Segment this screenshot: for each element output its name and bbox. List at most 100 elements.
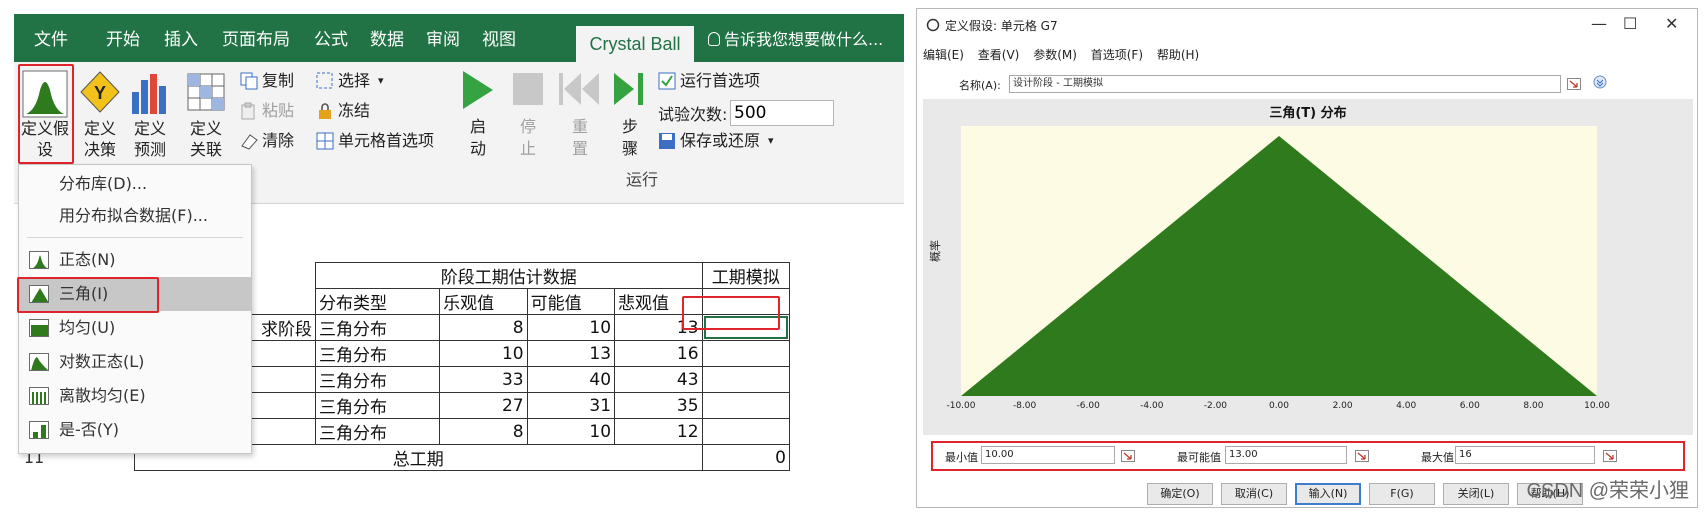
reset-label-1: 重: [571, 117, 588, 136]
triangular-distribution-chart[interactable]: 三角(T) 分布 概率 -10.00 -8.00 -6.00 -4.00 -2.00 0.…: [923, 99, 1693, 435]
tab-insert[interactable]: 插入: [164, 28, 198, 52]
define-correlation-label-2: 关联: [189, 140, 222, 159]
trials-input[interactable]: 500: [730, 100, 834, 126]
reset-icon: [559, 73, 599, 105]
optimistic-cell[interactable]: 8: [439, 418, 528, 445]
sim-cell[interactable]: [701, 340, 791, 367]
menu-item-discrete-uniform[interactable]: 离散均匀(E): [19, 379, 251, 413]
gallery-button[interactable]: F(G): [1369, 483, 1435, 505]
run-prefs-icon: [658, 72, 676, 90]
sim-cell[interactable]: [701, 418, 791, 445]
type-cell[interactable]: 三角分布: [315, 366, 441, 393]
ok-button[interactable]: 确定(O): [1147, 483, 1213, 505]
step-button[interactable]: 步 骤: [610, 66, 650, 166]
expand-chevron-icon[interactable]: [1593, 75, 1607, 89]
menu-divider: [27, 237, 243, 238]
menu-item-label: 是-否(Y): [59, 420, 120, 439]
menu-item-yes-no[interactable]: 是-否(Y): [19, 413, 251, 447]
forecast-icon: [132, 74, 166, 114]
freeze-button[interactable]: 冻结: [316, 100, 406, 122]
optimistic-cell[interactable]: 33: [439, 366, 528, 393]
cell-ref-icon[interactable]: [1567, 78, 1581, 90]
type-cell[interactable]: 三角分布: [315, 418, 441, 445]
likely-input[interactable]: 13.00: [1225, 446, 1347, 464]
menu-item-distribution-gallery[interactable]: 分布库(D)...: [19, 167, 251, 201]
tab-crystal-ball[interactable]: Crystal Ball: [576, 26, 694, 62]
start-label-2: 动: [469, 139, 486, 158]
define-forecast-button[interactable]: 定义 预测: [126, 66, 174, 164]
distribution-chart-panel: 三角(T) 分布 概率 -10.00 -8.00 -6.00 -4.00 -2.00 0.…: [923, 99, 1693, 435]
close-button[interactable]: 关闭(L): [1443, 483, 1509, 505]
max-cell-ref-icon[interactable]: [1603, 450, 1617, 462]
menu-view[interactable]: 查看(V): [978, 48, 1020, 62]
clear-button[interactable]: 清除: [240, 130, 310, 152]
reset-button[interactable]: 重 置: [556, 66, 604, 166]
max-input[interactable]: 16: [1455, 446, 1595, 464]
likely-cell[interactable]: 10: [526, 314, 616, 341]
menu-item-lognormal[interactable]: 对数正态(L): [19, 345, 251, 379]
tell-me-search[interactable]: 告诉我您想要做什么...: [708, 28, 883, 52]
select-button[interactable]: 选择 ▾: [316, 70, 406, 92]
close-icon[interactable]: ✕: [1665, 14, 1678, 33]
tab-formulas[interactable]: 公式: [314, 28, 348, 52]
menu-edit[interactable]: 编辑(E): [923, 48, 964, 62]
likely-cell-ref-icon[interactable]: [1355, 450, 1369, 462]
cancel-button[interactable]: 取消(C): [1221, 483, 1287, 505]
tab-view[interactable]: 视图: [482, 28, 516, 52]
likely-cell[interactable]: 40: [526, 366, 616, 393]
cell-prefs-button[interactable]: 单元格首选项: [316, 130, 456, 152]
pessimistic-cell[interactable]: 43: [614, 366, 703, 393]
define-decision-button[interactable]: Y 定义 决策: [76, 66, 124, 164]
tab-page-layout[interactable]: 页面布局: [222, 28, 290, 52]
step-label-1: 步: [621, 117, 638, 136]
enter-button[interactable]: 输入(N): [1295, 483, 1361, 505]
pessimistic-cell[interactable]: 16: [614, 340, 703, 367]
save-restore-button[interactable]: 保存或还原 ▾: [658, 130, 798, 152]
define-correlation-button[interactable]: 定义 关联: [182, 66, 230, 164]
stop-icon: [513, 73, 543, 105]
menu-preferences[interactable]: 首选项(F): [1091, 48, 1143, 62]
x-tick-label: 10.00: [1584, 401, 1610, 411]
x-tick-label: 8.00: [1523, 401, 1543, 411]
define-forecast-label-1: 定义: [133, 119, 166, 138]
likely-cell[interactable]: 13: [526, 340, 616, 367]
minimize-icon[interactable]: —: [1591, 14, 1607, 33]
min-cell-ref-icon[interactable]: [1121, 450, 1135, 462]
play-icon: [463, 71, 493, 109]
tab-file[interactable]: 文件: [34, 28, 68, 52]
start-button[interactable]: 启 动: [458, 66, 498, 166]
type-cell[interactable]: 三角分布: [315, 392, 441, 419]
type-cell[interactable]: 三角分布: [315, 314, 441, 341]
menu-parameters[interactable]: 参数(M): [1033, 48, 1077, 62]
menu-item-uniform[interactable]: 均匀(U): [19, 311, 251, 345]
menu-item-label: 用分布拟合数据(F)...: [59, 206, 208, 225]
paste-button[interactable]: 粘贴: [240, 100, 310, 122]
name-input[interactable]: 设计阶段 - 工期模拟: [1009, 75, 1561, 93]
min-input[interactable]: 10.00: [981, 446, 1115, 464]
highlight-define-assumption: [18, 64, 74, 164]
sim-cell[interactable]: [701, 366, 791, 393]
menu-item-label: 均匀(U): [59, 318, 116, 337]
dialog-title: 定义假设: 单元格 G7: [945, 19, 1058, 33]
copy-button[interactable]: 复制: [240, 70, 310, 92]
likely-cell[interactable]: 31: [526, 392, 616, 419]
pessimistic-cell[interactable]: 35: [614, 392, 703, 419]
tab-data[interactable]: 数据: [370, 28, 404, 52]
pessimistic-cell[interactable]: 12: [614, 418, 703, 445]
optimistic-cell[interactable]: 8: [439, 314, 528, 341]
type-cell[interactable]: 三角分布: [315, 340, 441, 367]
run-prefs-button[interactable]: 运行首选项: [658, 70, 798, 92]
maximize-icon[interactable]: ☐: [1623, 14, 1637, 33]
optimistic-cell[interactable]: 10: [439, 340, 528, 367]
likely-cell[interactable]: 10: [526, 418, 616, 445]
menu-item-fit-distribution[interactable]: 用分布拟合数据(F)...: [19, 199, 251, 233]
paste-icon: [241, 102, 255, 120]
tab-home[interactable]: 开始: [106, 28, 140, 52]
total-value[interactable]: 0: [701, 444, 791, 471]
tab-review[interactable]: 审阅: [426, 28, 460, 52]
optimistic-cell[interactable]: 27: [439, 392, 528, 419]
menu-item-normal[interactable]: 正态(N): [19, 243, 251, 277]
menu-help[interactable]: 帮助(H): [1157, 48, 1199, 62]
sim-cell[interactable]: [701, 392, 791, 419]
stop-button[interactable]: 停 止: [508, 66, 548, 166]
